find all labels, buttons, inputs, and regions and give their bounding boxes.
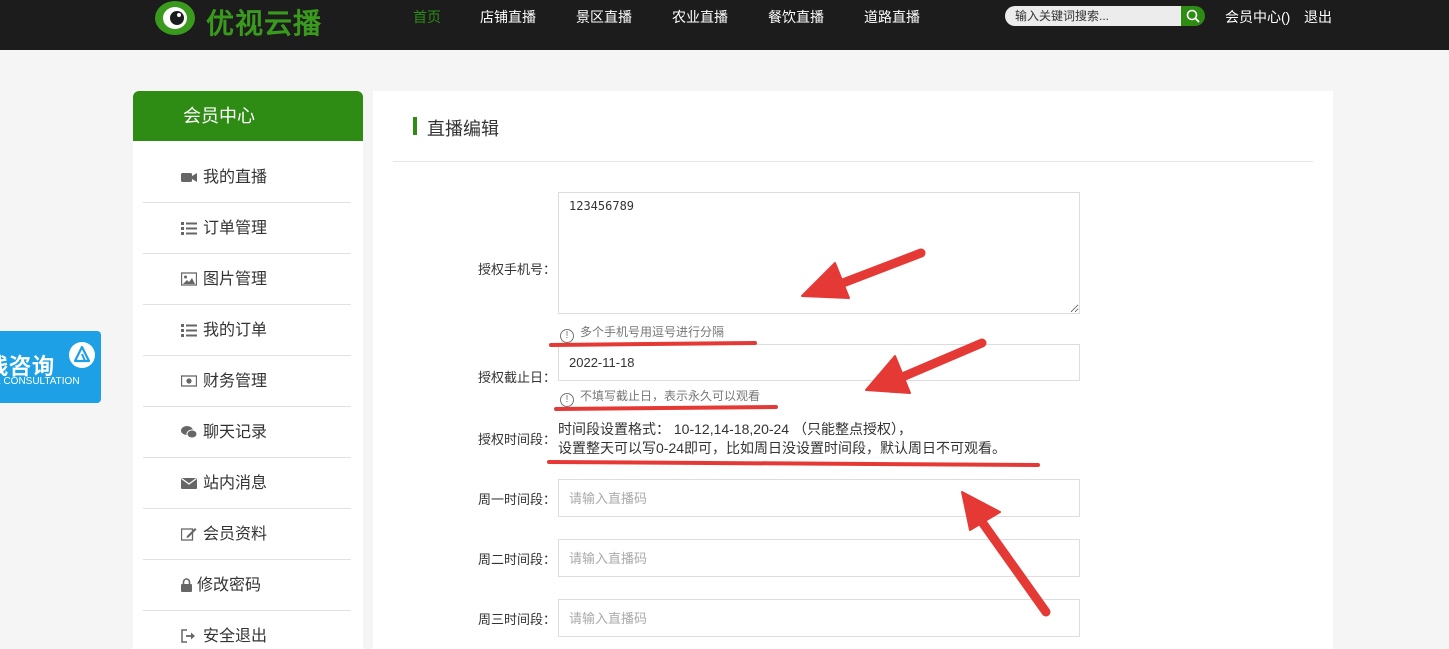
money-icon bbox=[181, 375, 197, 387]
sidebar-item-label: 安全退出 bbox=[203, 628, 268, 645]
sidebar-item-label: 修改密码 bbox=[197, 577, 262, 594]
sidebar-item-my-orders[interactable]: 我的订单 bbox=[143, 305, 351, 356]
phone-textarea[interactable] bbox=[558, 192, 1080, 314]
monday-timeslot-input[interactable] bbox=[558, 479, 1080, 517]
deadline-field[interactable] bbox=[558, 344, 1080, 381]
timeslot-rule-line2: 设置整天可以写0-24即可，比如周日没设置时间段，默认周日不可观看。 bbox=[558, 440, 1007, 456]
wednesday-label: 周三时间段： bbox=[477, 612, 556, 627]
sidebar-item-my-live[interactable]: 我的直播 bbox=[143, 152, 351, 203]
list-icon bbox=[181, 222, 197, 235]
member-center-link[interactable]: 会员中心() bbox=[1225, 7, 1290, 27]
deadline-label: 授权截止日： bbox=[477, 370, 556, 385]
signout-icon bbox=[181, 629, 195, 643]
logo-eye-icon bbox=[155, 1, 195, 35]
sidebar-item-label: 订单管理 bbox=[203, 220, 268, 237]
sidebar-item-label: 我的订单 bbox=[203, 322, 268, 339]
image-icon bbox=[181, 272, 197, 286]
sidebar-item-site-messages[interactable]: 站内消息 bbox=[143, 458, 351, 509]
nav-road-live[interactable]: 道路直播 bbox=[864, 7, 920, 27]
nav-food-live[interactable]: 餐饮直播 bbox=[768, 7, 824, 27]
nav-agri-live[interactable]: 农业直播 bbox=[672, 7, 728, 27]
sidebar-item-label: 聊天记录 bbox=[203, 424, 268, 441]
logout-link[interactable]: 退出 bbox=[1304, 7, 1332, 27]
nav-scenic-live[interactable]: 景区直播 bbox=[576, 7, 632, 27]
sidebar-item-label: 我的直播 bbox=[203, 169, 268, 186]
wednesday-timeslot-input[interactable] bbox=[558, 599, 1080, 637]
title-divider bbox=[393, 161, 1313, 162]
deadline-hint: ! 不填写截止日，表示永久可以观看 bbox=[560, 387, 760, 407]
search-input[interactable] bbox=[1005, 6, 1181, 26]
top-navbar: 优视云播 首页 店铺直播 景区直播 农业直播 餐饮直播 道路直播 会员中心() … bbox=[0, 0, 1449, 50]
nav-store-live[interactable]: 店铺直播 bbox=[480, 7, 536, 27]
section-title-bar bbox=[413, 117, 417, 135]
video-icon bbox=[181, 173, 197, 182]
phone-hint: ! 多个手机号用逗号进行分隔 bbox=[560, 323, 724, 343]
sidebar-item-finance[interactable]: 财务管理 bbox=[143, 356, 351, 407]
search-button[interactable] bbox=[1181, 6, 1205, 26]
timeslot-label: 授权时间段： bbox=[477, 432, 556, 447]
search-icon bbox=[1186, 9, 1200, 23]
sidebar-item-label: 会员资料 bbox=[203, 526, 268, 543]
consult-chat-icon bbox=[69, 342, 95, 368]
member-sidebar: 会员中心 我的直播 订单管理 图片管理 我的订单 财务管理 聊天记录 站内消息 … bbox=[133, 91, 363, 649]
live-edit-panel: 直播编辑 授权手机号： ! 多个手机号用逗号进行分隔 授权截止日： ! 不填写截止日… bbox=[373, 91, 1333, 649]
tuesday-timeslot-input[interactable] bbox=[558, 539, 1080, 577]
logo-text: 优视云播 bbox=[206, 7, 323, 40]
nav-home[interactable]: 首页 bbox=[413, 7, 441, 27]
sidebar-item-member-profile[interactable]: 会员资料 bbox=[143, 509, 351, 560]
sidebar-item-label: 站内消息 bbox=[203, 475, 268, 492]
sidebar-item-order-manage[interactable]: 订单管理 bbox=[143, 203, 351, 254]
tuesday-label: 周二时间段： bbox=[477, 552, 556, 567]
sidebar-title: 会员中心 bbox=[133, 91, 363, 141]
phone-label: 授权手机号： bbox=[477, 262, 556, 277]
sidebar-item-image-manage[interactable]: 图片管理 bbox=[143, 254, 351, 305]
phone-hint-text: 多个手机号用逗号进行分隔 bbox=[580, 325, 725, 339]
sidebar-item-change-password[interactable]: 修改密码 bbox=[143, 560, 351, 611]
sidebar-item-label: 财务管理 bbox=[203, 373, 268, 390]
timeslot-rule-line1: 时间段设置格式： 10-12,14-18,20-24 （只能整点授权）， bbox=[558, 421, 912, 437]
monday-label: 周一时间段： bbox=[477, 492, 556, 507]
chat-icon bbox=[181, 426, 197, 439]
info-icon: ! bbox=[560, 393, 574, 407]
sidebar-item-sign-out[interactable]: 安全退出 bbox=[143, 611, 351, 649]
sidebar-item-chat-log[interactable]: 聊天记录 bbox=[143, 407, 351, 458]
info-icon: ! bbox=[560, 329, 574, 343]
page-title: 直播编辑 bbox=[427, 119, 499, 139]
sidebar-item-label: 图片管理 bbox=[203, 271, 268, 288]
edit-icon bbox=[181, 528, 197, 541]
online-consult-widget[interactable]: 线咨询 E CONSULTATION bbox=[0, 331, 101, 403]
list-icon bbox=[181, 324, 197, 337]
consult-subtitle: E CONSULTATION bbox=[0, 376, 80, 387]
lock-icon bbox=[181, 578, 192, 592]
envelope-icon bbox=[181, 478, 197, 489]
deadline-hint-text: 不填写截止日，表示永久可以观看 bbox=[580, 389, 761, 403]
